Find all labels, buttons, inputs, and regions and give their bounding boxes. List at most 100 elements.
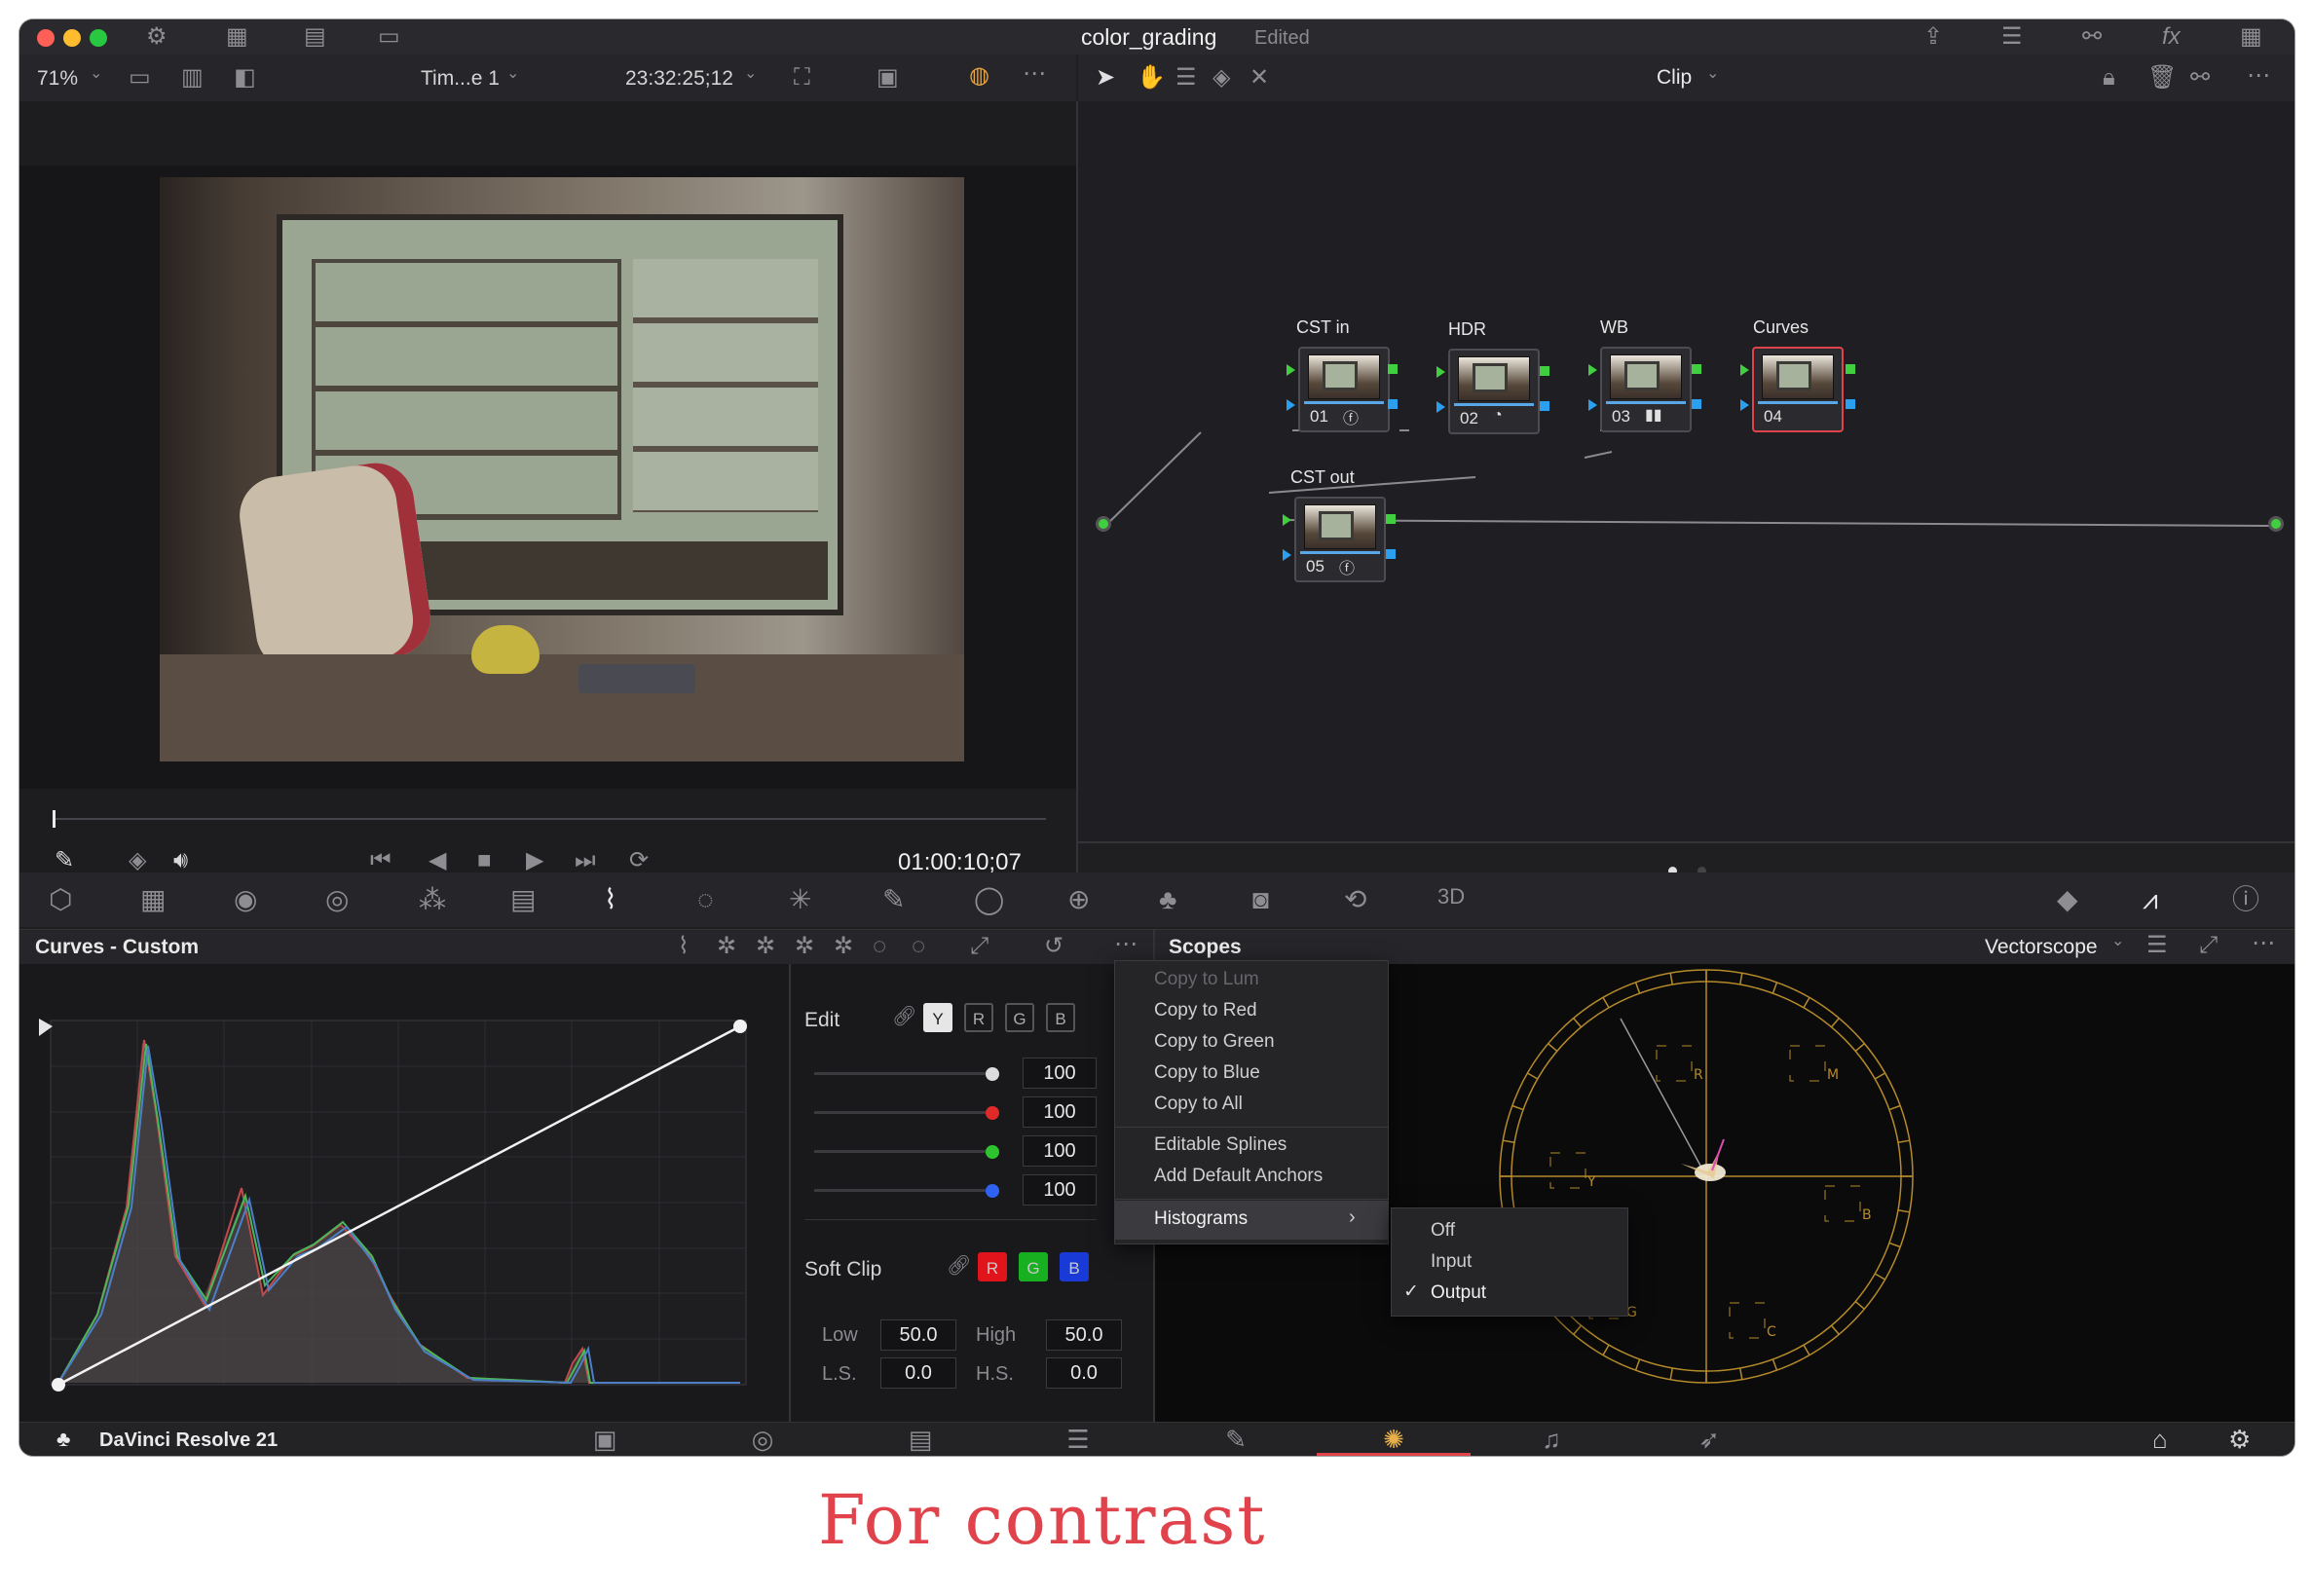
wipe-icon[interactable]: ◧ bbox=[234, 66, 256, 90]
chevron-down-icon[interactable]: ⌄ bbox=[744, 66, 757, 82]
menu-copy-to-lum[interactable]: Copy to Lum bbox=[1154, 969, 1259, 990]
hue-vs-lum-icon[interactable]: ✲ bbox=[795, 935, 814, 958]
node-01[interactable]: 01 ⓕ bbox=[1298, 347, 1390, 432]
menu-copy-to-red[interactable]: Copy to Red bbox=[1154, 1000, 1257, 1021]
media-pool-icon[interactable]: ⚙ bbox=[146, 25, 168, 49]
timeline-select[interactable]: Tim...e 1 bbox=[421, 67, 500, 91]
music-page-icon[interactable]: ♫ bbox=[1473, 1417, 1630, 1456]
eyedropper-icon[interactable]: ✎ bbox=[55, 849, 74, 872]
nodes-icon[interactable]: ⚯ bbox=[2082, 25, 2102, 49]
playhead[interactable] bbox=[53, 810, 56, 828]
stop-icon[interactable]: ■ bbox=[477, 849, 492, 872]
node-key-output-pin[interactable] bbox=[1692, 399, 1701, 409]
node-key-input-pin[interactable] bbox=[1588, 399, 1597, 411]
zoom-window-button[interactable] bbox=[90, 29, 107, 47]
info-icon[interactable]: ⓘ bbox=[2232, 886, 2259, 913]
channel-g-button[interactable]: G bbox=[1005, 1003, 1034, 1032]
3d-icon[interactable]: 3D bbox=[1437, 886, 1465, 908]
menu-histograms[interactable]: Histograms › bbox=[1115, 1201, 1388, 1240]
more-options-icon[interactable]: ⋯ bbox=[1114, 933, 1138, 956]
skip-back-icon[interactable]: ⏮ bbox=[370, 849, 392, 872]
loop-icon[interactable]: ⟳ bbox=[629, 849, 649, 872]
chevron-down-icon[interactable]: ⌄ bbox=[506, 66, 519, 82]
node-input-pin[interactable] bbox=[1283, 514, 1291, 526]
reset-icon[interactable]: ↺ bbox=[1044, 935, 1063, 958]
intensity-slider-b[interactable] bbox=[814, 1189, 993, 1192]
fusion-page-icon[interactable]: ☰ bbox=[999, 1417, 1157, 1456]
intensity-slider-y[interactable] bbox=[814, 1072, 993, 1075]
minimize-window-button[interactable] bbox=[63, 29, 81, 47]
scope-settings-icon[interactable]: ☰ bbox=[2146, 934, 2168, 957]
node-key-input-pin[interactable] bbox=[1436, 401, 1445, 413]
color-page-icon[interactable]: ✺ bbox=[1315, 1417, 1473, 1456]
qualifier-icon[interactable]: ✎ bbox=[882, 886, 905, 913]
effects-fx-icon[interactable]: fx bbox=[2162, 25, 2181, 49]
layers-icon[interactable]: ◈ bbox=[129, 849, 146, 872]
magic-mask-icon[interactable]: ♣ bbox=[1159, 886, 1176, 913]
hue-vs-hue-icon[interactable]: ✲ bbox=[717, 935, 736, 958]
menu-copy-to-green[interactable]: Copy to Green bbox=[1154, 1031, 1275, 1053]
layers-icon[interactable]: ◈ bbox=[1212, 66, 1230, 90]
settings-gear-icon[interactable]: ⚙ bbox=[2228, 1427, 2251, 1452]
slider-knob[interactable] bbox=[986, 1145, 999, 1159]
source-timecode[interactable]: 23:32:25;12 bbox=[625, 67, 733, 91]
soft-clip-r-button[interactable]: R bbox=[978, 1252, 1007, 1281]
align-icon[interactable]: ☰ bbox=[1175, 66, 1197, 90]
intensity-r-field[interactable]: 100 bbox=[1023, 1096, 1097, 1128]
skip-forward-icon[interactable]: ⏭ bbox=[575, 849, 596, 872]
link-icon[interactable]: 🔗︎ bbox=[947, 1256, 971, 1276]
link-icon[interactable]: 🔗︎ bbox=[892, 1007, 916, 1026]
channel-y-button[interactable]: Y bbox=[923, 1003, 952, 1032]
node-input-pin[interactable] bbox=[1588, 364, 1597, 376]
split-view-icon[interactable]: ▥ bbox=[181, 66, 204, 90]
color-wheels-icon[interactable]: ◉ bbox=[234, 886, 257, 913]
menu-copy-to-blue[interactable]: Copy to Blue bbox=[1154, 1062, 1260, 1084]
node-key-input-pin[interactable] bbox=[1740, 399, 1749, 411]
fairlight-page-icon[interactable]: ✎ bbox=[1157, 1417, 1315, 1456]
step-back-icon[interactable]: ◀ bbox=[429, 849, 446, 872]
high-field[interactable]: 50.0 bbox=[1046, 1319, 1122, 1351]
lum-vs-sat-icon[interactable]: ✲ bbox=[834, 935, 853, 958]
node-key-output-pin[interactable] bbox=[1540, 401, 1549, 411]
pointer-icon[interactable]: ➤ bbox=[1096, 66, 1115, 90]
expand-icon[interactable]: ⤢ bbox=[970, 935, 989, 958]
intensity-y-field[interactable]: 100 bbox=[1023, 1058, 1097, 1089]
more-options-icon[interactable]: ⋯ bbox=[1023, 62, 1046, 86]
share-icon[interactable]: ⇪ bbox=[1923, 25, 1943, 49]
hd-output-icon[interactable]: ▣ bbox=[877, 66, 899, 90]
menu-editable-splines[interactable]: Editable Splines bbox=[1154, 1134, 1287, 1156]
node-graph-icon[interactable]: ⚯ bbox=[2190, 66, 2210, 90]
bypass-icon[interactable]: ✕ bbox=[1250, 66, 1269, 90]
scopes-icon[interactable]: ⩘ bbox=[2143, 886, 2158, 913]
node-03[interactable]: 03 ▮▮ bbox=[1600, 347, 1692, 432]
node-05[interactable]: 05 ⓕ bbox=[1294, 497, 1386, 582]
low-field[interactable]: 50.0 bbox=[880, 1319, 956, 1351]
intensity-g-field[interactable]: 100 bbox=[1023, 1135, 1097, 1167]
more-options-icon[interactable]: ⋯ bbox=[2247, 64, 2270, 88]
expand-icon[interactable]: ⤢ bbox=[2199, 934, 2218, 957]
close-window-button[interactable] bbox=[37, 29, 55, 47]
node-mode-select[interactable]: Clip bbox=[1657, 66, 1692, 90]
channel-r-button[interactable]: R bbox=[964, 1003, 993, 1032]
clips-icon[interactable]: ▭ bbox=[378, 25, 400, 49]
node-input-pin[interactable] bbox=[1740, 364, 1749, 376]
hdr-wheels-icon[interactable]: ◎ bbox=[325, 886, 349, 913]
node-output-pin[interactable] bbox=[1540, 366, 1549, 376]
node-key-output-pin[interactable] bbox=[1386, 549, 1396, 559]
curve-graph[interactable] bbox=[19, 964, 789, 1422]
lock-icon[interactable]: 🔒︎ bbox=[2103, 66, 2115, 90]
safe-area-icon[interactable]: ⛶ bbox=[794, 66, 810, 90]
histograms-input[interactable]: Input bbox=[1431, 1251, 1472, 1273]
sat-vs-sat-icon[interactable]: ◌ bbox=[873, 935, 886, 958]
home-icon[interactable]: ⌂ bbox=[2152, 1427, 2168, 1452]
keyframes-icon[interactable]: ◆ bbox=[2057, 886, 2078, 913]
hs-field[interactable]: 0.0 bbox=[1046, 1357, 1122, 1389]
color-picker-icon[interactable]: ◍ bbox=[969, 64, 989, 88]
ls-field[interactable]: 0.0 bbox=[880, 1357, 956, 1389]
menu-add-default-anchors[interactable]: Add Default Anchors bbox=[1154, 1166, 1323, 1187]
sat-vs-lum-icon[interactable]: ◌ bbox=[912, 935, 925, 958]
channel-b-button[interactable]: B bbox=[1046, 1003, 1075, 1032]
menu-copy-to-all[interactable]: Copy to All bbox=[1154, 1094, 1243, 1115]
hue-vs-sat-icon[interactable]: ✲ bbox=[756, 935, 775, 958]
gallery-icon[interactable]: ▦ bbox=[226, 25, 248, 49]
